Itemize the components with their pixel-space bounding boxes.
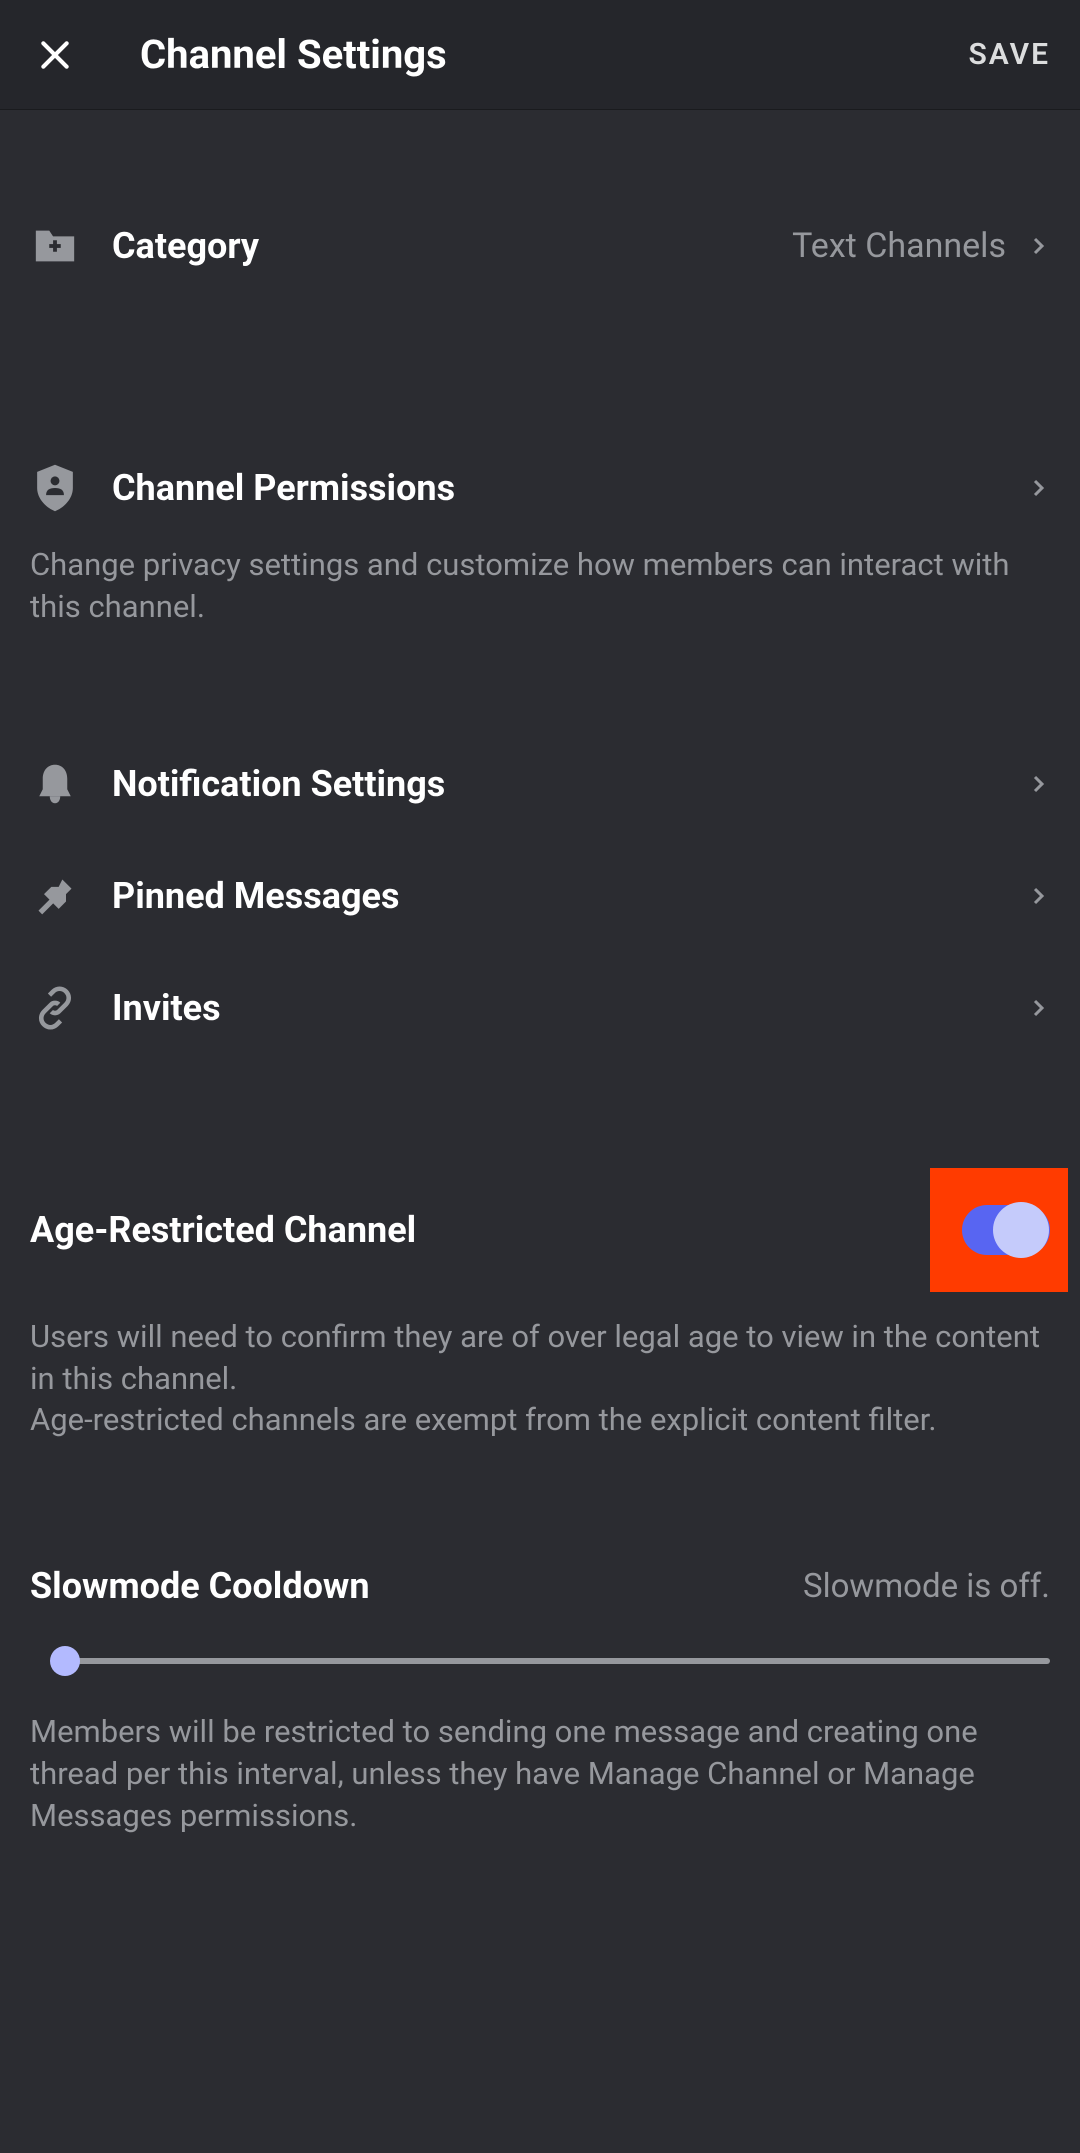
- invites-label: Invites: [112, 987, 221, 1029]
- chevron-right-icon: [1026, 772, 1050, 796]
- close-icon: [35, 35, 75, 75]
- invites-row[interactable]: Invites: [30, 952, 1050, 1064]
- chevron-right-icon: [1026, 996, 1050, 1020]
- channel-permissions-row[interactable]: Channel Permissions: [30, 432, 1050, 544]
- link-icon: [30, 983, 80, 1033]
- permissions-description: Change privacy settings and customize ho…: [30, 544, 1050, 638]
- pinned-messages-row[interactable]: Pinned Messages: [30, 840, 1050, 952]
- header: Channel Settings SAVE: [0, 0, 1080, 110]
- category-value: Text Channels: [792, 226, 1006, 266]
- chevron-right-icon: [1026, 476, 1050, 500]
- category-label: Category: [112, 225, 259, 267]
- bell-icon: [30, 759, 80, 809]
- slowmode-slider[interactable]: [30, 1631, 1050, 1691]
- age-restricted-toggle[interactable]: [962, 1205, 1050, 1255]
- chevron-right-icon: [1026, 884, 1050, 908]
- save-button[interactable]: SAVE: [968, 37, 1050, 72]
- folder-plus-icon: [30, 221, 80, 271]
- chevron-right-icon: [1026, 234, 1050, 258]
- slider-track: [60, 1658, 1050, 1664]
- slowmode-row: Slowmode Cooldown Slowmode is off.: [30, 1551, 1050, 1621]
- age-restricted-label: Age-Restricted Channel: [30, 1209, 416, 1251]
- pin-icon: [30, 871, 80, 921]
- pinned-messages-label: Pinned Messages: [112, 875, 399, 917]
- age-restricted-row: Age-Restricted Channel: [30, 1174, 1050, 1286]
- slowmode-description: Members will be restricted to sending on…: [30, 1711, 1050, 1847]
- notification-settings-label: Notification Settings: [112, 763, 445, 805]
- slider-thumb[interactable]: [50, 1646, 80, 1676]
- close-button[interactable]: [30, 30, 80, 80]
- toggle-knob: [993, 1202, 1049, 1258]
- channel-permissions-label: Channel Permissions: [112, 467, 455, 509]
- page-title: Channel Settings: [140, 31, 447, 78]
- age-restricted-description: Users will need to confirm they are of o…: [30, 1316, 1050, 1452]
- slowmode-label: Slowmode Cooldown: [30, 1565, 370, 1607]
- slowmode-status: Slowmode is off.: [803, 1567, 1050, 1606]
- category-row[interactable]: Category Text Channels: [30, 190, 1050, 302]
- notification-settings-row[interactable]: Notification Settings: [30, 728, 1050, 840]
- shield-person-icon: [30, 463, 80, 513]
